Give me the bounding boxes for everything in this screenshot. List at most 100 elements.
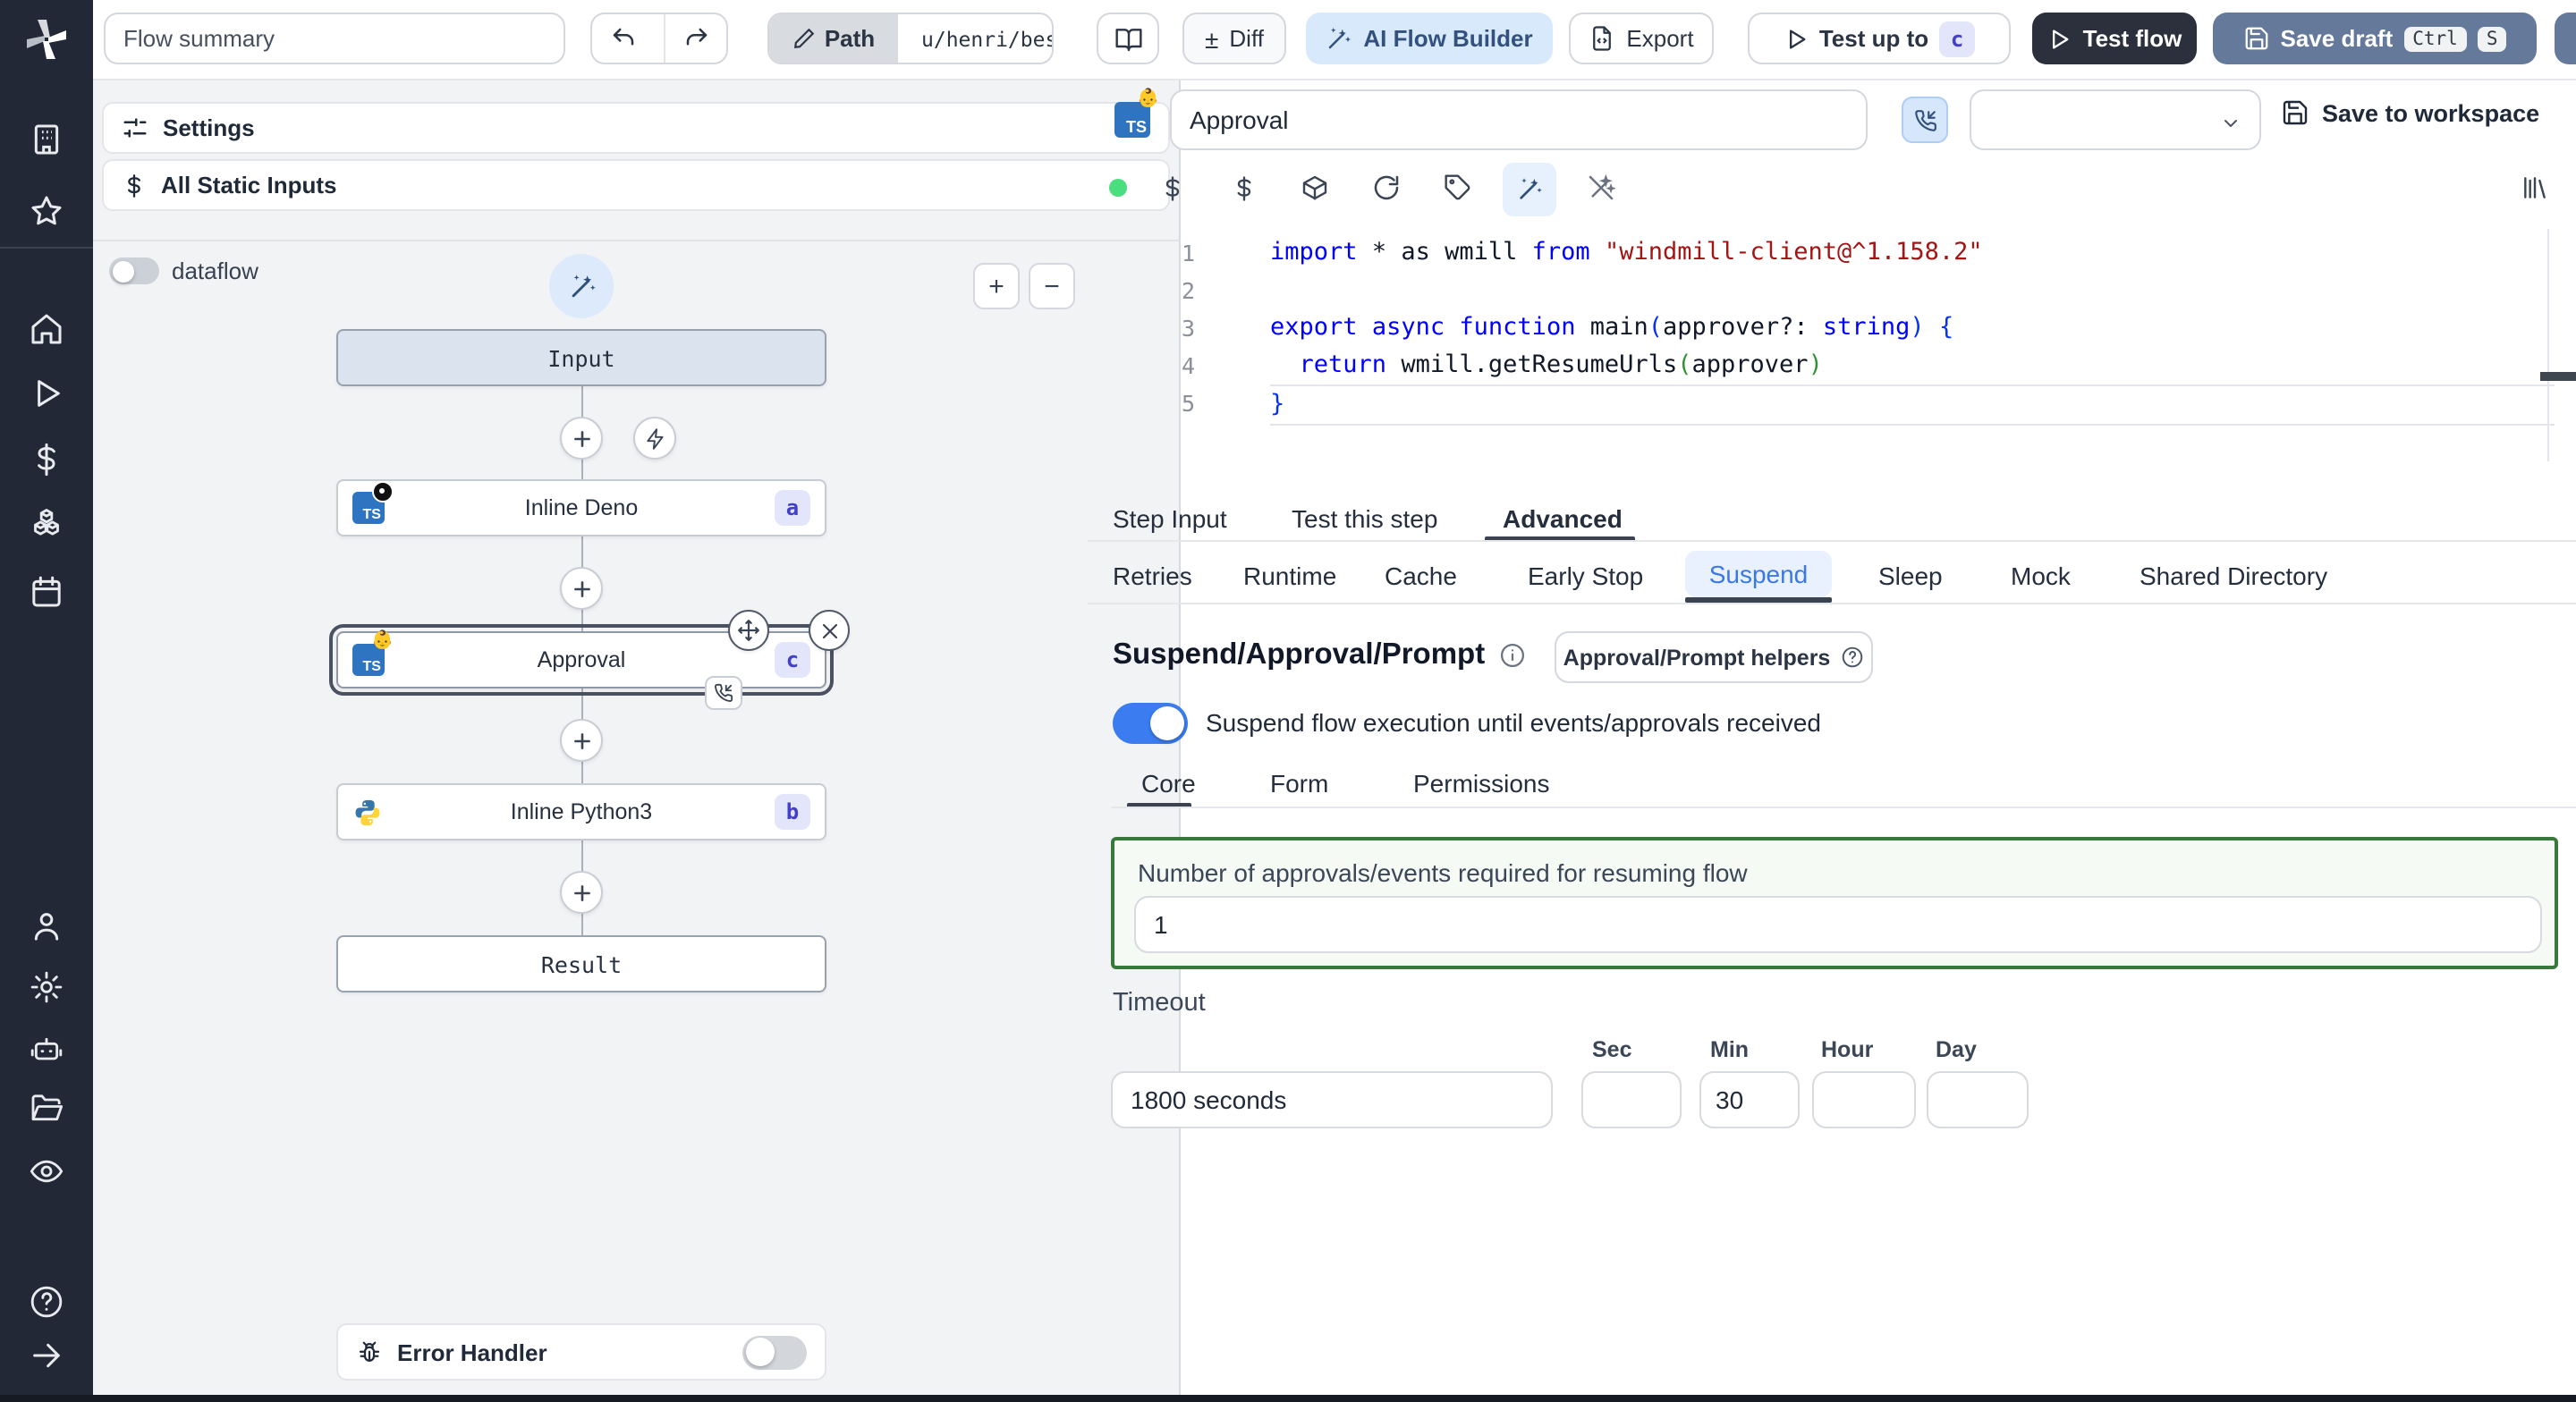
- dollar-secondary-icon[interactable]: [1227, 172, 1259, 204]
- code-line-5-current: }: [1270, 384, 2555, 426]
- move-step-button[interactable]: [728, 610, 769, 651]
- folder-open-icon[interactable]: [29, 1091, 64, 1127]
- tab-mock[interactable]: Mock: [2011, 562, 2071, 590]
- library-icon[interactable]: [2519, 172, 2551, 204]
- timeout-min-input[interactable]: [1699, 1071, 1800, 1128]
- save-to-workspace-button[interactable]: Save to workspace: [2281, 98, 2539, 127]
- wand-off-icon[interactable]: [1585, 172, 1617, 204]
- zoom-in-button[interactable]: +: [973, 263, 1020, 309]
- flow-summary-input[interactable]: [104, 13, 565, 64]
- user-icon[interactable]: [29, 908, 64, 944]
- redo-button[interactable]: [664, 14, 726, 63]
- approvals-required-box: Number of approvals/events required for …: [1111, 837, 2558, 969]
- package-icon[interactable]: [1299, 172, 1331, 204]
- boxes-icon[interactable]: [29, 508, 64, 544]
- arrow-right-icon[interactable]: [29, 1338, 64, 1373]
- dataflow-toggle[interactable]: [109, 258, 159, 284]
- graph-ai-wand-button[interactable]: [549, 254, 614, 318]
- timeout-hour-input[interactable]: [1812, 1071, 1916, 1128]
- tab-permissions[interactable]: Permissions: [1413, 769, 1550, 798]
- plus-minus-icon: ±: [1205, 24, 1219, 53]
- bot-icon[interactable]: [29, 1032, 64, 1068]
- dollar-icon[interactable]: [29, 442, 64, 477]
- tab-advanced[interactable]: Advanced: [1503, 504, 1623, 533]
- flow-settings-row[interactable]: Settings: [102, 102, 1170, 154]
- tab-test-this-step[interactable]: Test this step: [1292, 504, 1437, 533]
- tab-sleep[interactable]: Sleep: [1878, 562, 1943, 590]
- info-icon[interactable]: [1499, 642, 1526, 669]
- flow-node-input[interactable]: Input: [336, 329, 826, 386]
- path-button[interactable]: Path u/henri/bes: [767, 13, 1054, 64]
- delete-step-button[interactable]: [809, 610, 850, 651]
- approvals-count-input[interactable]: [1134, 896, 2542, 953]
- gear-icon[interactable]: [29, 969, 64, 1005]
- window-bottom-edge: [0, 1395, 2576, 1402]
- error-handler-row[interactable]: Error Handler: [336, 1323, 826, 1381]
- add-step-button-3[interactable]: [560, 719, 603, 762]
- path-value: u/henri/bes: [921, 26, 1052, 51]
- timeout-sec-input[interactable]: [1581, 1071, 1682, 1128]
- ai-assistant-button[interactable]: [1503, 163, 1556, 216]
- add-trigger-button[interactable]: [633, 417, 676, 460]
- tab-retries[interactable]: Retries: [1113, 562, 1192, 590]
- calendar-icon[interactable]: [29, 574, 64, 610]
- suspend-toggle-label: Suspend flow execution until events/appr…: [1206, 708, 1821, 737]
- play-icon[interactable]: [29, 376, 64, 411]
- dollar-icon: [128, 173, 140, 197]
- star-icon[interactable]: [29, 193, 64, 229]
- close-icon: [821, 622, 837, 638]
- dollar-icon[interactable]: [1156, 172, 1188, 204]
- add-step-button-1[interactable]: [560, 417, 603, 460]
- suspend-phone-button[interactable]: [1902, 97, 1948, 143]
- step-name-input[interactable]: [1170, 89, 1868, 150]
- approval-prompt-helpers-button[interactable]: Approval/Prompt helpers: [1555, 631, 1873, 683]
- plus-icon: [573, 430, 589, 446]
- code-line-3: export async function main(approver?: st…: [1270, 313, 1954, 342]
- tab-suspend[interactable]: Suspend: [1685, 551, 1832, 597]
- deploy-button-clipped[interactable]: [2555, 13, 2576, 64]
- suspend-toggle[interactable]: [1113, 703, 1188, 744]
- tab-core[interactable]: Core: [1141, 769, 1196, 798]
- add-step-button-2[interactable]: [560, 567, 603, 610]
- eye-icon[interactable]: [29, 1153, 64, 1189]
- suspend-section-title-row: Suspend/Approval/Prompt: [1113, 638, 1526, 672]
- tab-cache[interactable]: Cache: [1385, 562, 1457, 590]
- tab-shared-directory[interactable]: Shared Directory: [2140, 562, 2327, 590]
- all-static-inputs-row[interactable]: All Static Inputs: [102, 159, 1170, 211]
- tag-icon[interactable]: [1442, 172, 1474, 204]
- tab-early-stop[interactable]: Early Stop: [1528, 562, 1643, 590]
- error-handler-toggle[interactable]: [742, 1335, 807, 1369]
- code-editor[interactable]: 1 2 3 4 5 import * as wmill from "windmi…: [1088, 229, 2576, 461]
- diff-button[interactable]: ± Diff: [1182, 13, 1286, 64]
- refresh-icon[interactable]: [1370, 172, 1402, 204]
- bug-icon: [359, 1340, 380, 1361]
- help-circle-icon[interactable]: [29, 1284, 64, 1320]
- step-id-badge: c: [775, 642, 810, 678]
- flow-node-inline-python3[interactable]: Inline Python3 b: [336, 783, 826, 840]
- timeout-label: Timeout: [1113, 989, 1206, 1018]
- editor-scrollbar-thumb[interactable]: [2540, 372, 2576, 381]
- tab-form[interactable]: Form: [1270, 769, 1328, 798]
- tab-runtime[interactable]: Runtime: [1243, 562, 1336, 590]
- flow-node-result[interactable]: Result: [336, 935, 826, 992]
- play-outline-icon: [2053, 29, 2070, 48]
- test-flow-button[interactable]: Test flow: [2032, 13, 2197, 64]
- tab-step-input[interactable]: Step Input: [1113, 504, 1227, 533]
- save-icon: [2283, 100, 2308, 125]
- export-button[interactable]: Export: [1569, 13, 1714, 64]
- docs-button[interactable]: [1097, 13, 1159, 64]
- undo-button[interactable]: [592, 14, 654, 63]
- home-icon[interactable]: [29, 311, 64, 347]
- timeout-day-input[interactable]: [1927, 1071, 2029, 1128]
- timeout-seconds-input[interactable]: [1111, 1071, 1553, 1128]
- add-step-button-4[interactable]: [560, 871, 603, 914]
- save-draft-button[interactable]: Save draft Ctrl S: [2213, 13, 2537, 64]
- building-icon[interactable]: [29, 122, 64, 157]
- ai-flow-builder-button[interactable]: AI Flow Builder: [1306, 13, 1553, 64]
- zoom-out-button[interactable]: −: [1029, 263, 1075, 309]
- flow-node-inline-deno[interactable]: TS Inline Deno a: [336, 479, 826, 536]
- test-up-to-button[interactable]: Test up to c: [1748, 13, 2011, 64]
- tag-select[interactable]: [1970, 89, 2261, 150]
- windmill-logo-icon[interactable]: [23, 16, 70, 63]
- pencil-icon: [793, 28, 815, 48]
